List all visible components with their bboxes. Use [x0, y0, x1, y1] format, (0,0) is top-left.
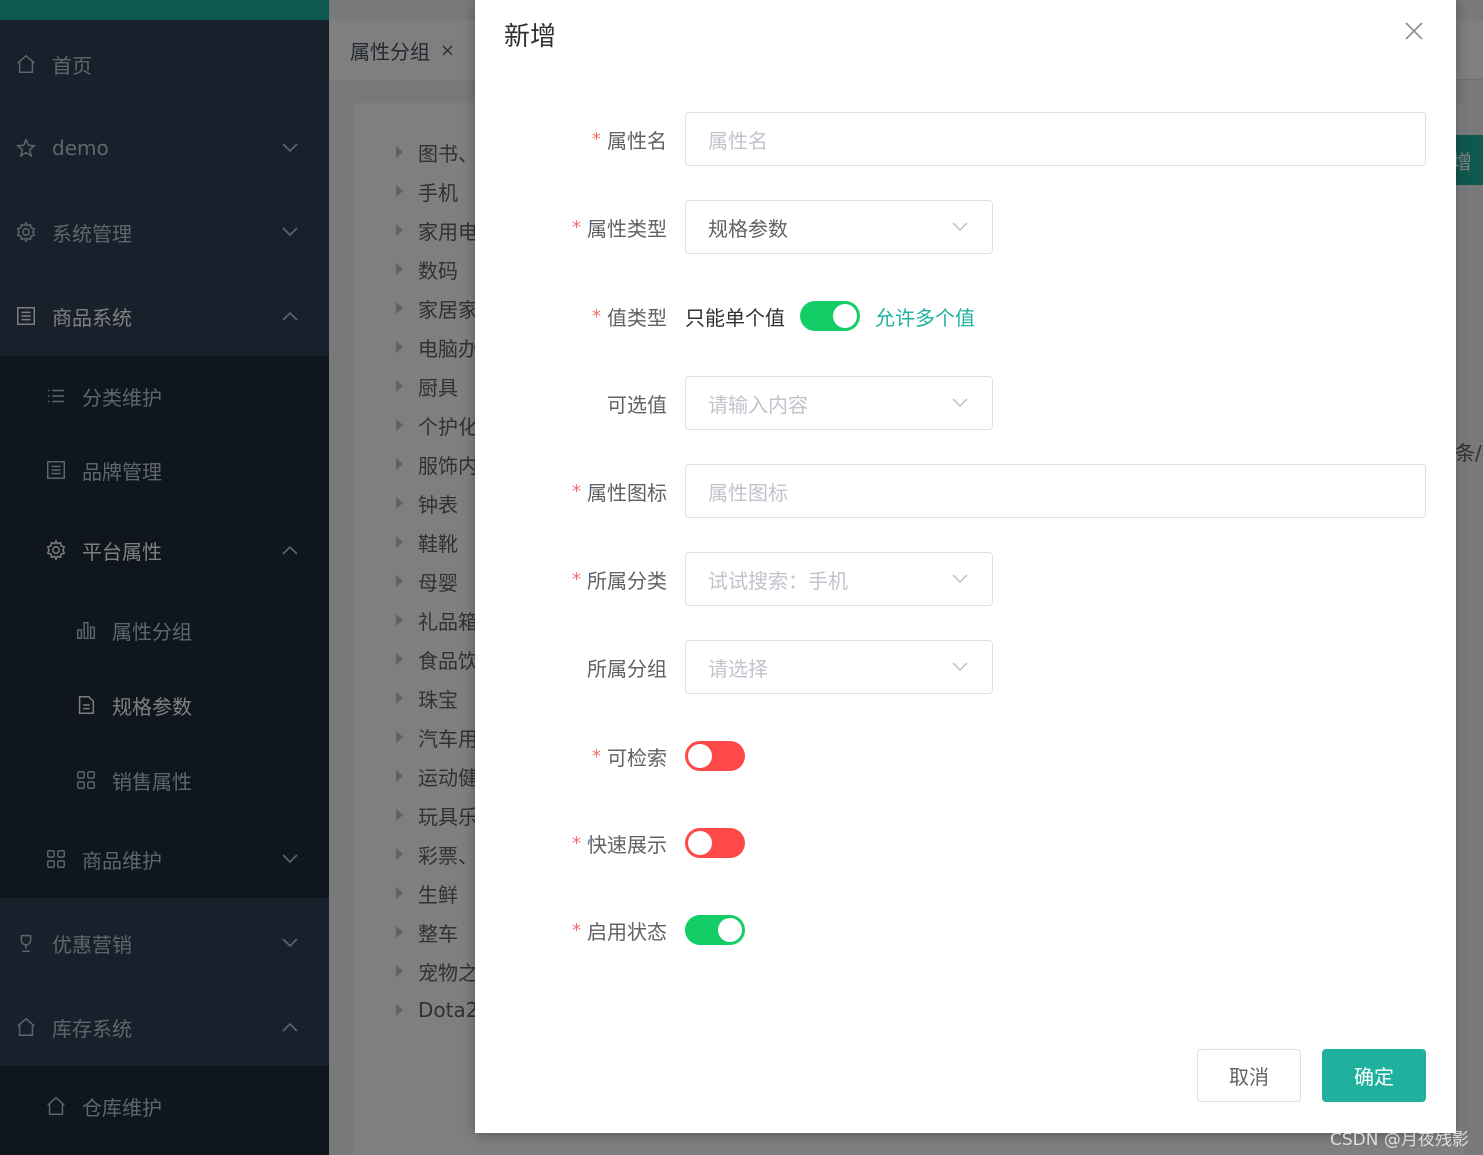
- form-label: * 属性类型: [572, 216, 667, 241]
- quick-show-control: [685, 816, 745, 870]
- form-label: 可选值: [607, 392, 667, 417]
- enabled-control: [685, 903, 745, 957]
- form-row-enabled: * 启用状态: [475, 903, 1456, 957]
- required-mark: *: [592, 745, 601, 767]
- quick-show-switch[interactable]: [685, 828, 745, 858]
- chevron-down-icon: [950, 217, 970, 237]
- single-value-text: 只能单个值: [685, 305, 785, 330]
- multi-value-text: 允许多个值: [875, 305, 975, 330]
- form-row-group: 所属分组 请选择: [475, 640, 1456, 694]
- form-row-options: 可选值 请输入内容: [475, 376, 1456, 430]
- value-type-switch[interactable]: [800, 301, 860, 331]
- required-mark: *: [592, 305, 601, 327]
- form-label: * 启用状态: [572, 919, 667, 944]
- required-mark: *: [572, 216, 581, 238]
- form-label: * 快速展示: [572, 832, 667, 857]
- form-row-attr-type: * 属性类型 规格参数: [475, 200, 1456, 254]
- chevron-down-icon: [950, 393, 970, 413]
- category-cascader[interactable]: 试试搜索：手机: [685, 552, 993, 606]
- searchable-control: [685, 729, 745, 783]
- options-select[interactable]: 请输入内容: [685, 376, 993, 430]
- add-dialog: 新增 * 属性名 属性名 * 属性类型 规格参数 * 值类型 只能单个值 允许多个值 …: [475, 0, 1456, 1133]
- confirm-button[interactable]: 确定: [1322, 1049, 1426, 1102]
- form-label: * 值类型: [592, 305, 667, 330]
- form-label: 所属分组: [587, 656, 667, 681]
- required-mark: *: [572, 480, 581, 502]
- form-row-attr-icon: * 属性图标 属性图标: [475, 464, 1456, 518]
- form-row-category: * 所属分类 试试搜索：手机: [475, 552, 1456, 606]
- form-label: * 属性名: [592, 128, 667, 153]
- attr-icon-input[interactable]: 属性图标: [685, 464, 1426, 518]
- group-select[interactable]: 请选择: [685, 640, 993, 694]
- form-label: * 属性图标: [572, 480, 667, 505]
- required-mark: *: [572, 919, 581, 941]
- attr-name-input[interactable]: 属性名: [685, 112, 1426, 166]
- searchable-switch[interactable]: [685, 741, 745, 771]
- close-icon[interactable]: [1401, 18, 1427, 44]
- enabled-switch[interactable]: [685, 915, 745, 945]
- form-label: * 可检索: [592, 745, 667, 770]
- attr-type-select[interactable]: 规格参数: [685, 200, 993, 254]
- chevron-down-icon: [950, 569, 970, 589]
- required-mark: *: [572, 832, 581, 854]
- value-type-control: 只能单个值 允许多个值: [685, 289, 975, 343]
- form-row-quick-show: * 快速展示: [475, 816, 1456, 870]
- cancel-button[interactable]: 取消: [1197, 1049, 1301, 1102]
- form-row-attr-name: * 属性名 属性名: [475, 112, 1456, 166]
- form-row-value-type: * 值类型 只能单个值 允许多个值: [475, 289, 1456, 343]
- watermark: CSDN @月夜残影: [1330, 1130, 1469, 1150]
- form-label: * 所属分类: [572, 568, 667, 593]
- required-mark: *: [592, 128, 601, 150]
- required-mark: *: [572, 568, 581, 590]
- form-row-searchable: * 可检索: [475, 729, 1456, 783]
- dialog-title: 新增: [504, 22, 557, 52]
- chevron-down-icon: [950, 657, 970, 677]
